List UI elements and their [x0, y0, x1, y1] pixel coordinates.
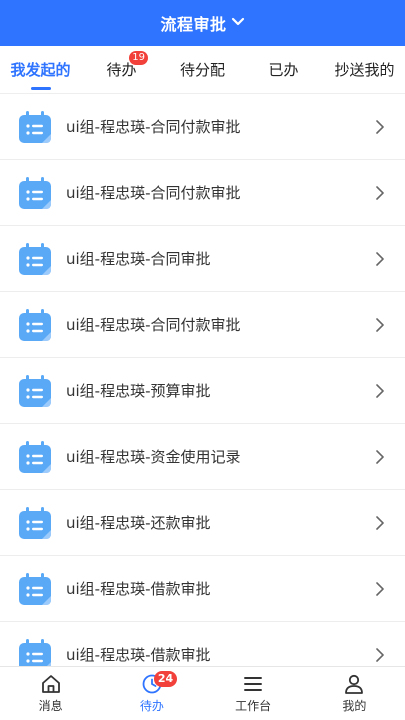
tab-bar: 我发起的 待办 19 待分配 已办 抄送我的	[0, 46, 405, 94]
header-bar[interactable]: 流程审批	[0, 0, 405, 46]
calendar-icon	[19, 506, 51, 539]
tab-label: 我发起的	[10, 61, 71, 79]
calendar-icon	[19, 572, 51, 605]
chevron-right-icon	[376, 317, 384, 332]
calendar-icon	[19, 110, 51, 143]
item-title: ui组-程忠瑛-合同付款审批	[66, 184, 241, 202]
nav-profile[interactable]: 我的	[304, 667, 405, 720]
nav-label: 我的	[342, 699, 367, 713]
nav-label: 消息	[38, 699, 63, 713]
chevron-down-icon	[231, 17, 244, 26]
chevron-right-icon	[376, 185, 384, 200]
calendar-icon	[19, 638, 51, 666]
list-item[interactable]: ui组-程忠瑛-预算审批	[0, 358, 405, 424]
chevron-right-icon	[376, 383, 384, 398]
nav-workbench[interactable]: 工作台	[203, 667, 304, 720]
tab-label: 已办	[268, 61, 299, 79]
nav-todo[interactable]: 24 待办	[101, 667, 202, 720]
calendar-icon	[19, 176, 51, 209]
page-title: 流程审批	[160, 15, 227, 34]
tab-todo[interactable]: 待办 19	[81, 46, 162, 94]
approval-list: ui组-程忠瑛-合同付款审批 ui组-程忠瑛-合同付款审批 ui组-程忠瑛-合同…	[0, 94, 405, 666]
chevron-right-icon	[376, 581, 384, 596]
item-title: ui组-程忠瑛-合同审批	[66, 250, 211, 268]
calendar-icon	[19, 440, 51, 473]
user-icon	[345, 674, 364, 694]
list-item[interactable]: ui组-程忠瑛-合同付款审批	[0, 94, 405, 160]
tab-label: 抄送我的	[334, 61, 395, 79]
item-title: ui组-程忠瑛-合同付款审批	[66, 316, 241, 334]
chevron-right-icon	[376, 647, 384, 662]
list-item[interactable]: ui组-程忠瑛-借款审批	[0, 556, 405, 622]
list-item[interactable]: ui组-程忠瑛-合同审批	[0, 226, 405, 292]
item-title: ui组-程忠瑛-借款审批	[66, 646, 211, 664]
list-item[interactable]: ui组-程忠瑛-还款审批	[0, 490, 405, 556]
menu-icon	[244, 677, 263, 691]
tab-initiated[interactable]: 我发起的	[0, 46, 81, 94]
tab-done[interactable]: 已办	[243, 46, 324, 94]
nav-messages[interactable]: 消息	[0, 667, 101, 720]
bottom-nav: 消息 24 待办 工作台 我的	[0, 666, 405, 720]
list-item[interactable]: ui组-程忠瑛-合同付款审批	[0, 292, 405, 358]
item-title: ui组-程忠瑛-合同付款审批	[66, 118, 241, 136]
item-title: ui组-程忠瑛-借款审批	[66, 580, 211, 598]
item-title: ui组-程忠瑛-还款审批	[66, 514, 211, 532]
list-item[interactable]: ui组-程忠瑛-借款审批	[0, 622, 405, 666]
home-icon	[41, 675, 60, 693]
item-title: ui组-程忠瑛-预算审批	[66, 382, 211, 400]
nav-label: 待办	[139, 699, 164, 713]
todo-count-badge: 24	[153, 671, 178, 687]
tab-cc-me[interactable]: 抄送我的	[324, 46, 405, 94]
list-item[interactable]: ui组-程忠瑛-合同付款审批	[0, 160, 405, 226]
tab-to-assign[interactable]: 待分配	[162, 46, 243, 94]
list-item[interactable]: ui组-程忠瑛-资金使用记录	[0, 424, 405, 490]
calendar-icon	[19, 242, 51, 275]
calendar-icon	[19, 374, 51, 407]
chevron-right-icon	[376, 119, 384, 134]
chevron-right-icon	[376, 251, 384, 266]
tab-label: 待分配	[179, 61, 225, 79]
chevron-right-icon	[376, 449, 384, 464]
chevron-right-icon	[376, 515, 384, 530]
item-title: ui组-程忠瑛-资金使用记录	[66, 448, 241, 466]
nav-label: 工作台	[235, 699, 272, 713]
todo-count-badge: 19	[129, 50, 148, 65]
calendar-icon	[19, 308, 51, 341]
